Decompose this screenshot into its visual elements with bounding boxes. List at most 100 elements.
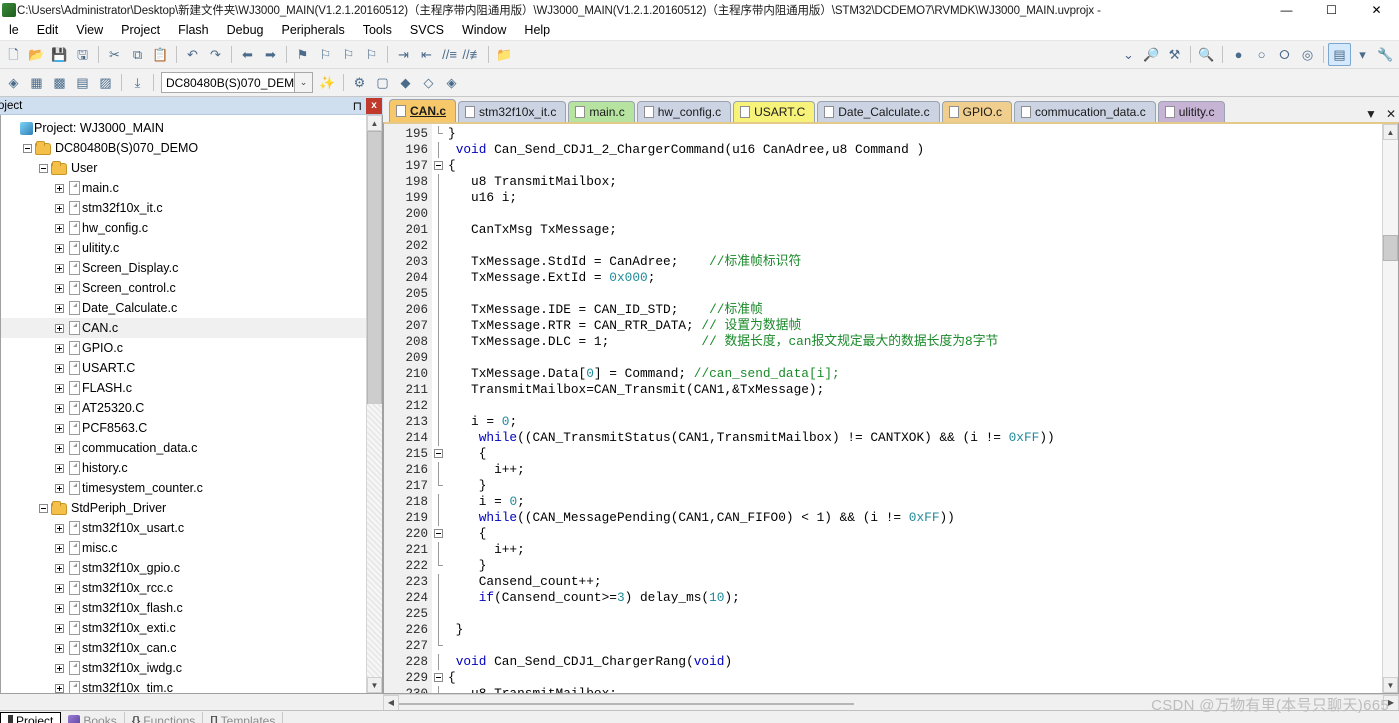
tree-item[interactable]: misc.c xyxy=(1,538,366,558)
comment-block-icon[interactable]: //≡ xyxy=(438,43,461,66)
code-line[interactable]: } xyxy=(446,478,1382,494)
code-line[interactable] xyxy=(446,350,1382,366)
expand-icon[interactable] xyxy=(55,283,64,293)
editor-scroll-track[interactable] xyxy=(1383,140,1398,677)
menu-item-svcs[interactable]: SVCS xyxy=(401,20,453,40)
magic-wand-icon[interactable]: ✨ xyxy=(316,71,339,94)
code-line[interactable]: { xyxy=(446,158,1382,174)
maximize-button[interactable]: ☐ xyxy=(1309,0,1354,20)
menu-item-project[interactable]: Project xyxy=(112,20,169,40)
code-text[interactable]: } void Can_Send_CDJ1_2_ChargerCommand(u1… xyxy=(446,124,1382,693)
expand-icon[interactable] xyxy=(55,203,64,213)
expand-icon[interactable] xyxy=(55,683,64,693)
collapse-icon[interactable] xyxy=(434,673,443,682)
code-fold-column[interactable] xyxy=(432,124,446,693)
code-line[interactable]: TxMessage.StdId = CanAdree; //标准帧标识符 xyxy=(446,254,1382,270)
expand-icon[interactable] xyxy=(55,323,64,333)
scroll-track-upper[interactable] xyxy=(367,131,382,636)
menu-item-flash[interactable]: Flash xyxy=(169,20,218,40)
expand-icon[interactable] xyxy=(55,303,64,313)
close-button[interactable]: ✕ xyxy=(1354,0,1399,20)
expand-icon[interactable] xyxy=(55,583,64,593)
tree-item[interactable]: commucation_data.c xyxy=(1,438,366,458)
code-line[interactable] xyxy=(446,638,1382,654)
navigate-forward-icon[interactable]: ➡ xyxy=(259,43,282,66)
undo-icon[interactable]: ↶ xyxy=(181,43,204,66)
fold-marker[interactable] xyxy=(432,158,446,174)
code-line[interactable]: } xyxy=(446,126,1382,142)
save-icon[interactable]: 💾 xyxy=(48,43,71,66)
expand-icon[interactable] xyxy=(55,403,64,413)
insert-function-icon[interactable]: ⚒ xyxy=(1163,43,1186,66)
editor-tab-usart-c[interactable]: USART.C xyxy=(733,101,816,122)
code-line[interactable]: void Can_Send_CDJ1_2_ChargerCommand(u16 … xyxy=(446,142,1382,158)
menu-item-window[interactable]: Window xyxy=(453,20,515,40)
bottom-tab-books[interactable]: Books xyxy=(61,711,125,723)
tree-item[interactable]: stm32f10x_can.c xyxy=(1,638,366,658)
code-line[interactable]: u16 i; xyxy=(446,190,1382,206)
hscroll-thumb[interactable] xyxy=(399,702,854,705)
expand-icon[interactable] xyxy=(55,523,64,533)
tree-item[interactable]: stm32f10x_exti.c xyxy=(1,618,366,638)
pack-installer-icon[interactable]: ◇ xyxy=(417,71,440,94)
tree-item[interactable]: CAN.c xyxy=(1,318,366,338)
breakpoint-icon[interactable]: ● xyxy=(1227,43,1250,66)
expand-icon[interactable] xyxy=(55,183,64,193)
new-file-icon[interactable]: 🗋 xyxy=(2,43,25,66)
code-line[interactable]: TransmitMailbox=CAN_Transmit(CAN1,&TxMes… xyxy=(446,382,1382,398)
expand-icon[interactable] xyxy=(55,423,64,433)
code-line[interactable]: void Can_Send_CDJ1_ChargerRang(void) xyxy=(446,654,1382,670)
code-line[interactable]: CanTxMsg TxMessage; xyxy=(446,222,1382,238)
build-icon[interactable]: ▦ xyxy=(25,71,48,94)
disable-all-breakpoints-icon[interactable]: ⭘ xyxy=(1273,43,1296,66)
collapse-icon[interactable] xyxy=(434,529,443,538)
expand-icon[interactable] xyxy=(55,603,64,613)
select-software-packs-icon[interactable]: ◈ xyxy=(440,71,463,94)
editor-scroll-down-icon[interactable]: ▼ xyxy=(1383,677,1398,693)
tree-item[interactable]: history.c xyxy=(1,458,366,478)
code-line[interactable]: TxMessage.Data[0] = Command; //can_send_… xyxy=(446,366,1382,382)
expand-icon[interactable] xyxy=(55,563,64,573)
tree-item[interactable]: Screen_Display.c xyxy=(1,258,366,278)
fold-marker[interactable] xyxy=(432,670,446,686)
target-selector-value[interactable]: DC80480B(S)070_DEMO xyxy=(161,72,294,93)
code-line[interactable]: while((CAN_TransmitStatus(CAN1,TransmitM… xyxy=(446,430,1382,446)
indent-right-icon[interactable]: ⇥ xyxy=(392,43,415,66)
editor-tab-stm32f10x_it-c[interactable]: stm32f10x_it.c xyxy=(458,101,567,122)
editor-tab-date_calculate-c[interactable]: Date_Calculate.c xyxy=(817,101,940,122)
collapse-icon[interactable] xyxy=(434,161,443,170)
collapse-icon[interactable] xyxy=(39,503,48,513)
expand-icon[interactable] xyxy=(55,643,64,653)
code-line[interactable]: TxMessage.DLC = 1; // 数据长度，can报文规定最大的数据长… xyxy=(446,334,1382,350)
expand-icon[interactable] xyxy=(55,443,64,453)
download-icon[interactable]: ⤓ xyxy=(126,71,149,94)
code-line[interactable]: } xyxy=(446,558,1382,574)
navigate-back-icon[interactable]: ⬅ xyxy=(236,43,259,66)
hscroll-left-icon[interactable]: ◀ xyxy=(383,694,399,711)
tree-item[interactable]: stm32f10x_rcc.c xyxy=(1,578,366,598)
editor-tab-hw_config-c[interactable]: hw_config.c xyxy=(636,101,732,122)
menu-item-view[interactable]: View xyxy=(67,20,112,40)
expand-icon[interactable] xyxy=(55,663,64,673)
open-file-folder-icon[interactable]: 📁 xyxy=(493,43,516,66)
code-viewport[interactable]: 195 196 197 198 199 200 201 202 203 204 205 206 207 2… xyxy=(384,124,1382,693)
tree-item[interactable]: stm32f10x_iwdg.c xyxy=(1,658,366,678)
target-dropdown-icon[interactable]: ⌄ xyxy=(294,72,313,93)
editor-tab-can-c[interactable]: CAN.c xyxy=(389,99,457,122)
editor-scroll-up-icon[interactable]: ▲ xyxy=(1383,124,1398,140)
find-combo-dropdown-icon[interactable]: ⌄ xyxy=(1117,43,1140,66)
expand-icon[interactable] xyxy=(55,243,64,253)
tree-item[interactable]: FLASH.c xyxy=(1,378,366,398)
menu-item-help[interactable]: Help xyxy=(515,20,559,40)
code-line[interactable] xyxy=(446,206,1382,222)
tree-item[interactable]: main.c xyxy=(1,178,366,198)
target-selector[interactable]: DC80480B(S)070_DEMO ⌄ xyxy=(161,72,313,93)
options-for-target-icon[interactable]: ⚙ xyxy=(348,71,371,94)
menu-item-debug[interactable]: Debug xyxy=(218,20,273,40)
editor-tab-main-c[interactable]: main.c xyxy=(568,101,635,122)
code-line[interactable]: u8 TransmitMailbox; xyxy=(446,174,1382,190)
clear-bookmarks-icon[interactable]: ⚐ xyxy=(360,43,383,66)
expand-icon[interactable] xyxy=(55,363,64,373)
expand-icon[interactable] xyxy=(55,463,64,473)
tree-item[interactable]: USART.C xyxy=(1,358,366,378)
